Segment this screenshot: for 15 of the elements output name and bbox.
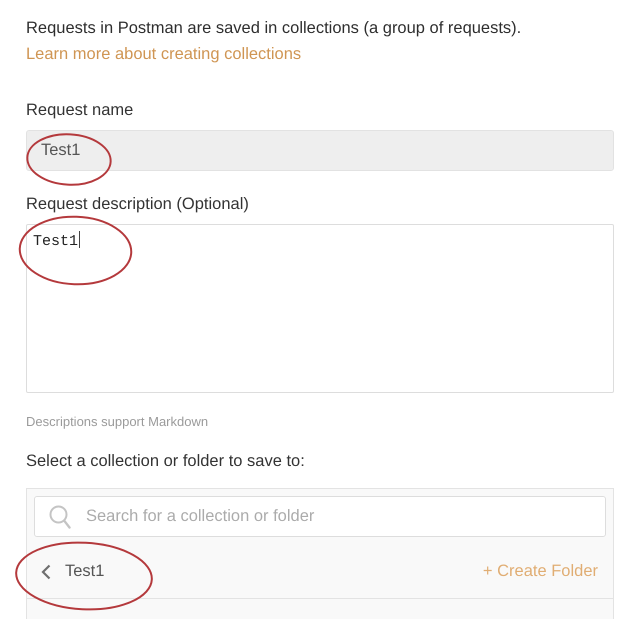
create-folder-link[interactable]: + Create Folder xyxy=(482,562,598,581)
field-label: Request description (Optional) xyxy=(26,194,249,215)
section-label: Select a collection or folder to save to: xyxy=(26,451,305,472)
collection-name: Test1 xyxy=(65,562,104,581)
search-field[interactable]: Search for a collection or folder xyxy=(34,496,606,537)
search-placeholder: Search for a collection or folder xyxy=(86,507,314,526)
search-icon xyxy=(49,504,71,528)
chevron-left-icon xyxy=(41,564,51,580)
description-field[interactable]: Test1 xyxy=(26,224,614,393)
intro-text: Requests in Postman are saved in collections (a group of requests). xyxy=(26,18,522,39)
back-button[interactable] xyxy=(41,564,51,580)
field-label: Request name xyxy=(26,100,134,121)
name-field[interactable]: Test1 xyxy=(26,130,614,171)
markdown-hint: Descriptions support Markdown xyxy=(26,413,208,431)
learn-more-link[interactable]: Learn more about creating collections xyxy=(26,41,302,67)
